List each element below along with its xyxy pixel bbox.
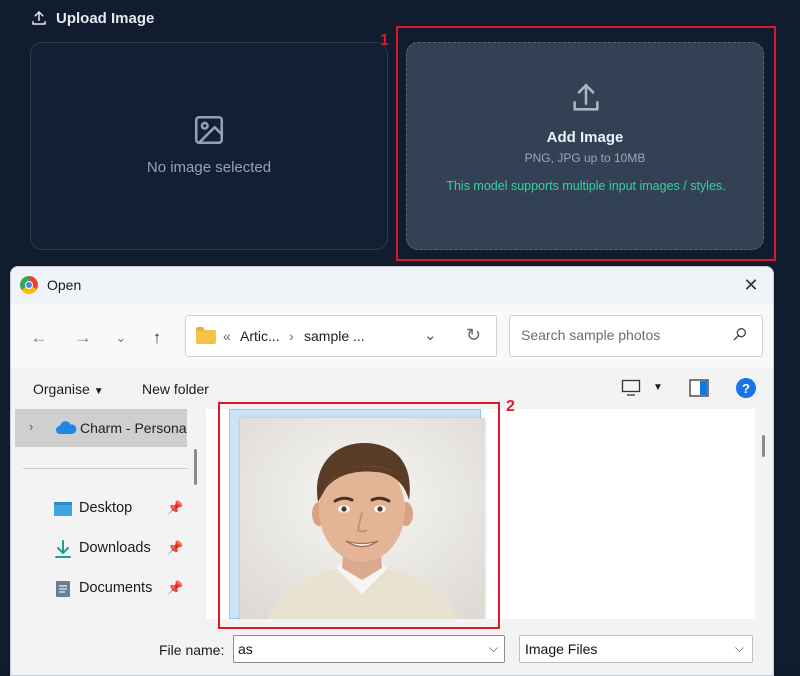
sidebar-divider bbox=[23, 468, 187, 469]
file-list-area bbox=[206, 409, 755, 620]
search-icon[interactable] bbox=[732, 326, 748, 342]
organise-label: Organise bbox=[33, 381, 90, 397]
expand-chevron-icon[interactable]: › bbox=[29, 419, 33, 434]
organise-button[interactable]: Organise ▼ bbox=[33, 381, 104, 397]
chrome-logo-icon bbox=[20, 276, 38, 294]
file-name-label: File name: bbox=[159, 642, 225, 658]
recent-locations-chevron-icon[interactable]: ⌄ bbox=[109, 326, 133, 350]
search-input[interactable] bbox=[519, 326, 723, 344]
document-icon bbox=[56, 581, 70, 597]
view-mode-icon[interactable] bbox=[621, 379, 641, 397]
download-icon bbox=[55, 540, 71, 558]
sidebar-scrollbar[interactable] bbox=[194, 449, 197, 485]
forward-arrow-icon[interactable]: → bbox=[71, 326, 95, 350]
image-preview-panel: No image selected bbox=[30, 42, 388, 250]
highlight-label-1: 1 bbox=[380, 32, 389, 49]
upload-section-header: Upload Image bbox=[30, 8, 154, 28]
upload-icon bbox=[32, 11, 46, 25]
file-type-chevron-icon[interactable]: ⌵ bbox=[735, 641, 744, 656]
sidebar-item-label: Documents bbox=[79, 580, 153, 596]
new-folder-button[interactable]: New folder bbox=[142, 381, 209, 397]
add-image-dropzone[interactable]: Add Image PNG, JPG up to 10MB This model… bbox=[406, 42, 764, 250]
dialog-footer: File name: as ⌵ Image Files ⌵ bbox=[11, 619, 773, 675]
portrait-image bbox=[240, 418, 485, 620]
help-icon[interactable]: ? bbox=[736, 378, 756, 398]
sidebar-item-label: Downloads bbox=[79, 540, 151, 556]
sidebar-item-desktop[interactable]: Desktop 📌 bbox=[51, 497, 197, 521]
sidebar-item-downloads[interactable]: Downloads 📌 bbox=[51, 537, 197, 561]
add-image-formats: PNG, JPG up to 10MB bbox=[524, 151, 646, 165]
sidebar-item-documents[interactable]: Documents 📌 bbox=[51, 577, 197, 601]
open-file-dialog: Open ✕ ← → ⌄ ↑ « Artic... › sample ... ⌄… bbox=[10, 266, 774, 676]
file-type-select[interactable]: Image Files ⌵ bbox=[519, 635, 753, 663]
desktop-icon bbox=[54, 502, 72, 516]
preview-pane-icon[interactable] bbox=[689, 379, 709, 397]
pin-icon[interactable]: 📌 bbox=[167, 500, 183, 516]
scrollbar-thumb[interactable] bbox=[762, 435, 765, 457]
breadcrumb-item-1[interactable]: Artic... bbox=[240, 328, 280, 344]
dialog-toolbar: Organise ▼ New folder ▼ ? bbox=[11, 368, 773, 410]
file-name-input[interactable]: as ⌵ bbox=[233, 635, 505, 663]
up-arrow-icon[interactable]: ↑ bbox=[145, 326, 169, 350]
dialog-title: Open bbox=[47, 277, 82, 293]
breadcrumb-separator: › bbox=[289, 328, 294, 344]
file-type-value: Image Files bbox=[525, 641, 598, 657]
highlight-label-2: 2 bbox=[506, 398, 515, 415]
file-name-value[interactable]: as bbox=[238, 641, 253, 657]
image-placeholder-icon bbox=[194, 115, 224, 145]
headshot-thumbnail bbox=[240, 418, 485, 620]
pin-icon[interactable]: 📌 bbox=[167, 580, 183, 596]
organise-caret-icon: ▼ bbox=[93, 386, 104, 397]
cloud-icon bbox=[56, 421, 77, 434]
file-list-scrollbar[interactable] bbox=[755, 409, 773, 619]
multi-image-note: This model supports multiple input image… bbox=[446, 179, 726, 193]
onedrive-label: Charm - Persona bbox=[80, 420, 187, 436]
upload-arrow-icon bbox=[573, 83, 599, 111]
add-image-title: Add Image bbox=[546, 129, 624, 146]
breadcrumb-overflow[interactable]: « bbox=[223, 328, 231, 344]
folder-icon bbox=[196, 327, 216, 344]
dialog-title-bar: Open ✕ bbox=[11, 267, 773, 304]
file-name-chevron-icon[interactable]: ⌵ bbox=[489, 641, 498, 656]
sidebar-item-onedrive[interactable]: › Charm - Persona bbox=[15, 409, 187, 447]
search-box[interactable] bbox=[509, 315, 763, 357]
refresh-icon[interactable]: ↻ bbox=[466, 325, 481, 346]
no-image-text: No image selected bbox=[146, 159, 272, 176]
navigation-bar: ← → ⌄ ↑ « Artic... › sample ... ⌄ ↻ bbox=[11, 304, 773, 368]
view-options-caret-icon[interactable]: ▼ bbox=[653, 382, 663, 393]
selected-file-tile[interactable] bbox=[229, 409, 485, 620]
pin-icon[interactable]: 📌 bbox=[167, 540, 183, 556]
upload-header-label: Upload Image bbox=[56, 9, 155, 27]
back-arrow-icon[interactable]: ← bbox=[27, 326, 51, 350]
close-button[interactable]: ✕ bbox=[729, 267, 773, 304]
breadcrumb-item-2[interactable]: sample ... bbox=[304, 328, 365, 344]
address-bar[interactable]: « Artic... › sample ... ⌄ ↻ bbox=[185, 315, 497, 357]
address-dropdown-chevron-icon[interactable]: ⌄ bbox=[424, 326, 437, 344]
navigation-pane: › Charm - Persona Desktop 📌 Downloads 📌 … bbox=[11, 409, 206, 619]
sidebar-item-label: Desktop bbox=[79, 500, 133, 516]
